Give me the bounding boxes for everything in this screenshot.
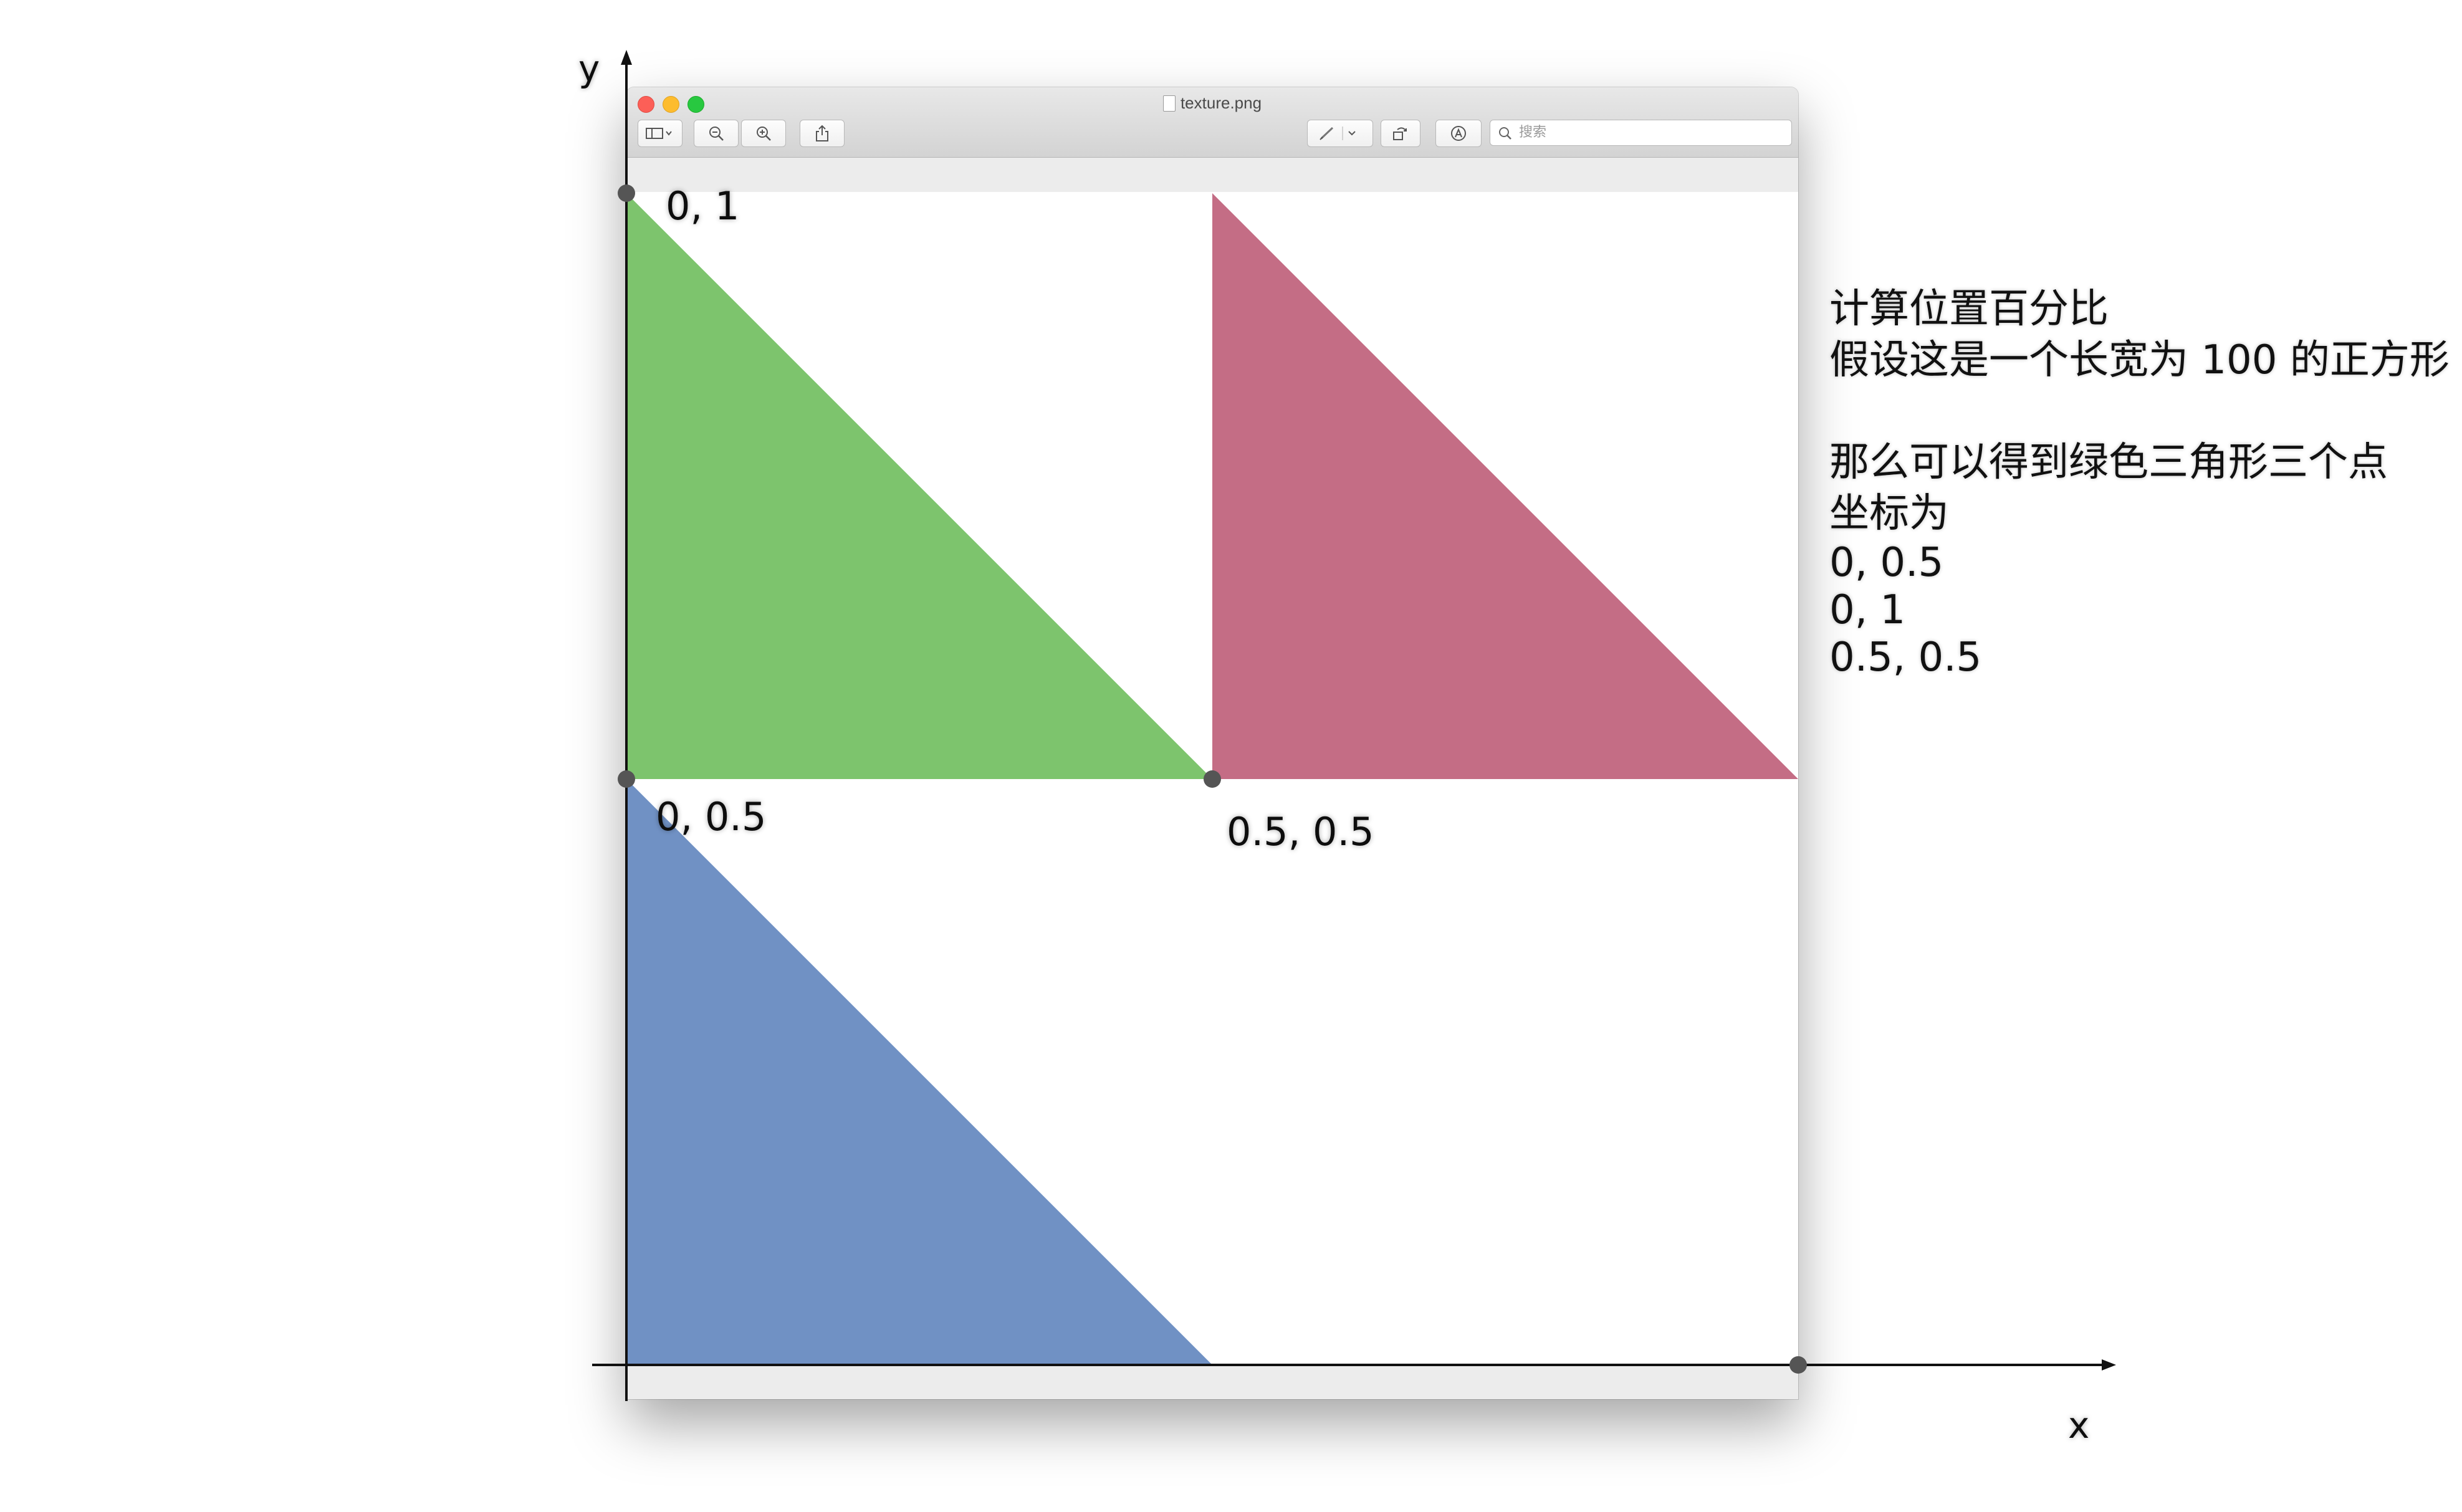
note-line-4: 坐标为 bbox=[1829, 490, 1949, 537]
note-line-2: 假设这是一个长宽为 100 的正方形 bbox=[1829, 337, 2450, 383]
note-coord-3: 0.5, 0.5 bbox=[1829, 634, 1982, 681]
note-coord-1: 0, 0.5 bbox=[1829, 540, 1944, 586]
blue-triangle bbox=[626, 779, 1212, 1365]
y-axis-label: y bbox=[578, 47, 600, 90]
point-label-mid-left: 0, 0.5 bbox=[656, 794, 766, 840]
point-label-center: 0.5, 0.5 bbox=[1227, 809, 1374, 854]
diagram-stage: texture.png 搜索 y x 0, 1 0, 0.5 0.5, 0.5 … bbox=[0, 0, 2462, 1512]
x-axis-label: x bbox=[2068, 1404, 2089, 1447]
red-triangle bbox=[1212, 193, 1798, 779]
green-triangle bbox=[626, 193, 1212, 779]
point-marker-2 bbox=[618, 770, 635, 788]
point-marker-3 bbox=[1204, 770, 1221, 788]
note-line-3: 那么可以得到绿色三角形三个点 bbox=[1829, 439, 2388, 486]
note-line-1: 计算位置百分比 bbox=[1829, 286, 2109, 332]
x-axis-arrowhead bbox=[2102, 1359, 2116, 1371]
y-axis-arrowhead bbox=[621, 50, 632, 65]
explanation-notes: 计算位置百分比 假设这是一个长宽为 100 的正方形 那么可以得到绿色三角形三个… bbox=[1829, 284, 2459, 681]
note-spacer bbox=[1829, 386, 2459, 437]
point-marker-4 bbox=[1789, 1356, 1807, 1374]
point-label-top-left: 0, 1 bbox=[666, 183, 739, 229]
coordinate-diagram: y x 0, 1 0, 0.5 0.5, 0.5 bbox=[578, 47, 2116, 1447]
point-marker-1 bbox=[618, 184, 635, 202]
note-coord-2: 0, 1 bbox=[1829, 587, 1906, 633]
